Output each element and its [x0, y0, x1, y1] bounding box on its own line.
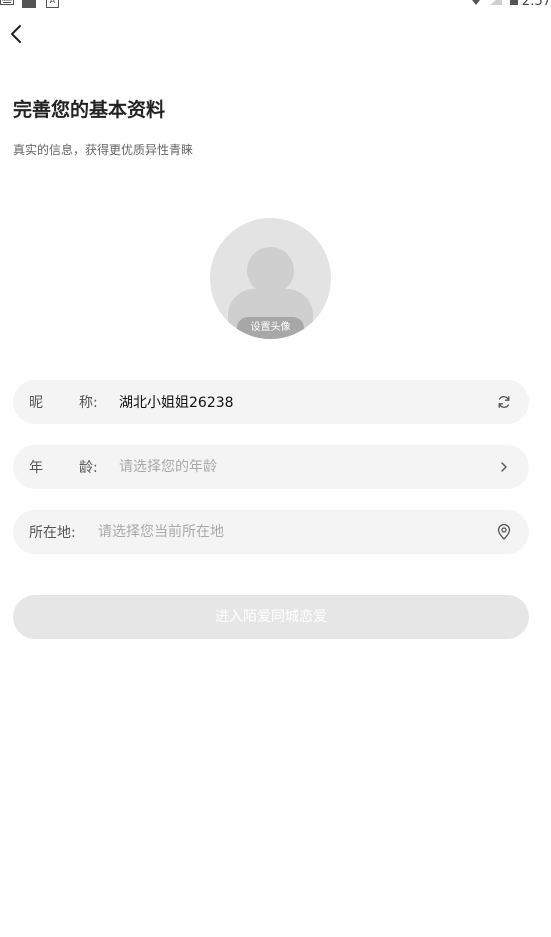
avatar-placeholder-head: [247, 247, 294, 294]
refresh-nickname-button[interactable]: [496, 394, 512, 410]
age-field[interactable]: 年 龄:: [13, 445, 529, 489]
profile-setup-screen: A 2:57 完善您的基本资料 真实的信息，获得更优质异性青睐 设置头像 昵 称…: [0, 0, 551, 937]
chevron-right-icon: [501, 462, 507, 472]
location-pin-icon: [497, 524, 511, 540]
nickname-field[interactable]: 昵 称: 湖北小姐姐26238: [13, 380, 529, 424]
nickname-value[interactable]: 湖北小姐姐26238: [119, 392, 234, 412]
page-subtitle: 真实的信息，获得更优质异性青睐: [13, 143, 194, 157]
location-field[interactable]: 所在地:: [13, 510, 529, 554]
keyboard-icon: [0, 0, 14, 5]
status-time: 2:57: [521, 0, 551, 9]
refresh-icon: [498, 396, 510, 408]
avatar-picker[interactable]: 设置头像: [210, 218, 331, 339]
status-bar: A 2:57: [0, 0, 551, 14]
a-notification-icon: A: [46, 0, 59, 8]
location-input[interactable]: [98, 524, 418, 540]
page-title: 完善您的基本资料: [13, 99, 166, 121]
age-input[interactable]: [119, 459, 439, 475]
nickname-label-second: 称:: [79, 395, 98, 411]
set-avatar-label: 设置头像: [237, 317, 304, 339]
battery-icon: [509, 0, 518, 5]
locate-button[interactable]: [496, 524, 512, 540]
chevron-left-icon: [11, 25, 21, 43]
age-select-button[interactable]: [496, 459, 512, 475]
location-label: 所在地:: [29, 525, 76, 541]
age-label-second: 龄:: [79, 460, 98, 476]
submit-button[interactable]: 进入陌爱同城恋爱: [13, 595, 529, 639]
wifi-icon: [472, 0, 480, 5]
age-label-first: 年: [29, 460, 43, 476]
back-button[interactable]: [4, 20, 28, 48]
signal-icon: [489, 0, 502, 5]
notification-icon: [22, 0, 36, 8]
nickname-label-first: 昵: [29, 395, 43, 411]
